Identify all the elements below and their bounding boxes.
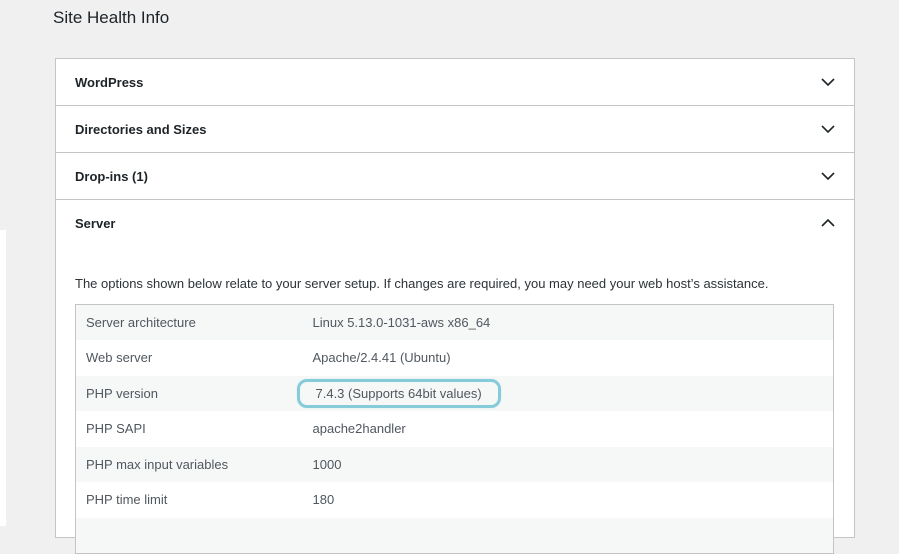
row-value: Linux 5.13.0-1031-aws x86_64 [302,304,834,340]
section-directories-toggle[interactable]: Directories and Sizes [56,106,854,153]
row-label: Server architecture [75,304,303,340]
row-label: PHP SAPI [75,411,303,447]
table-row: PHP time limit 180 [75,482,834,518]
table-row [75,517,834,553]
row-value: apache2handler [302,411,834,447]
row-label: PHP version [75,375,303,411]
chevron-down-icon [820,121,836,137]
row-value [302,517,834,553]
section-title: Server [75,215,116,231]
row-value: 180 [302,482,834,518]
row-label: Web server [75,340,303,376]
highlight-outline: 7.4.3 (Supports 64bit values) [296,378,501,408]
table-row: PHP SAPI apache2handler [75,411,834,447]
section-wordpress-toggle[interactable]: WordPress [56,59,854,106]
table-row: PHP max input variables 1000 [75,446,834,482]
section-title: Directories and Sizes [75,121,207,137]
section-dropins-toggle[interactable]: Drop-ins (1) [56,153,854,200]
server-panel: The options shown below relate to your s… [56,275,854,554]
row-value-cell: 7.4.3 (Supports 64bit values) [296,375,834,411]
section-title: Drop-ins (1) [75,168,148,184]
site-health-accordion: WordPress Directories and Sizes Drop-ins… [55,58,855,554]
page-title: Site Health Info [53,8,170,27]
row-label [75,517,303,553]
server-description: The options shown below relate to your s… [75,276,769,291]
chevron-down-icon [820,168,836,184]
row-value: Apache/2.4.41 (Ubuntu) [302,340,834,376]
row-label: PHP time limit [75,482,303,518]
section-server-toggle[interactable]: Server [56,200,854,246]
table-row: Web server Apache/2.4.41 (Ubuntu) [75,340,834,376]
table-row: Server architecture Linux 5.13.0-1031-aw… [75,304,834,340]
section-title: WordPress [75,74,144,90]
chevron-down-icon [820,74,836,90]
row-value: 1000 [302,446,834,482]
chevron-up-icon [820,215,836,231]
row-value: 7.4.3 (Supports 64bit values) [315,385,482,401]
row-label: PHP max input variables [75,446,303,482]
server-info-table: Server architecture Linux 5.13.0-1031-aw… [75,304,834,554]
left-edge-strip [0,230,6,526]
table-row: PHP version 7.4.3 (Supports 64bit values… [75,375,834,411]
